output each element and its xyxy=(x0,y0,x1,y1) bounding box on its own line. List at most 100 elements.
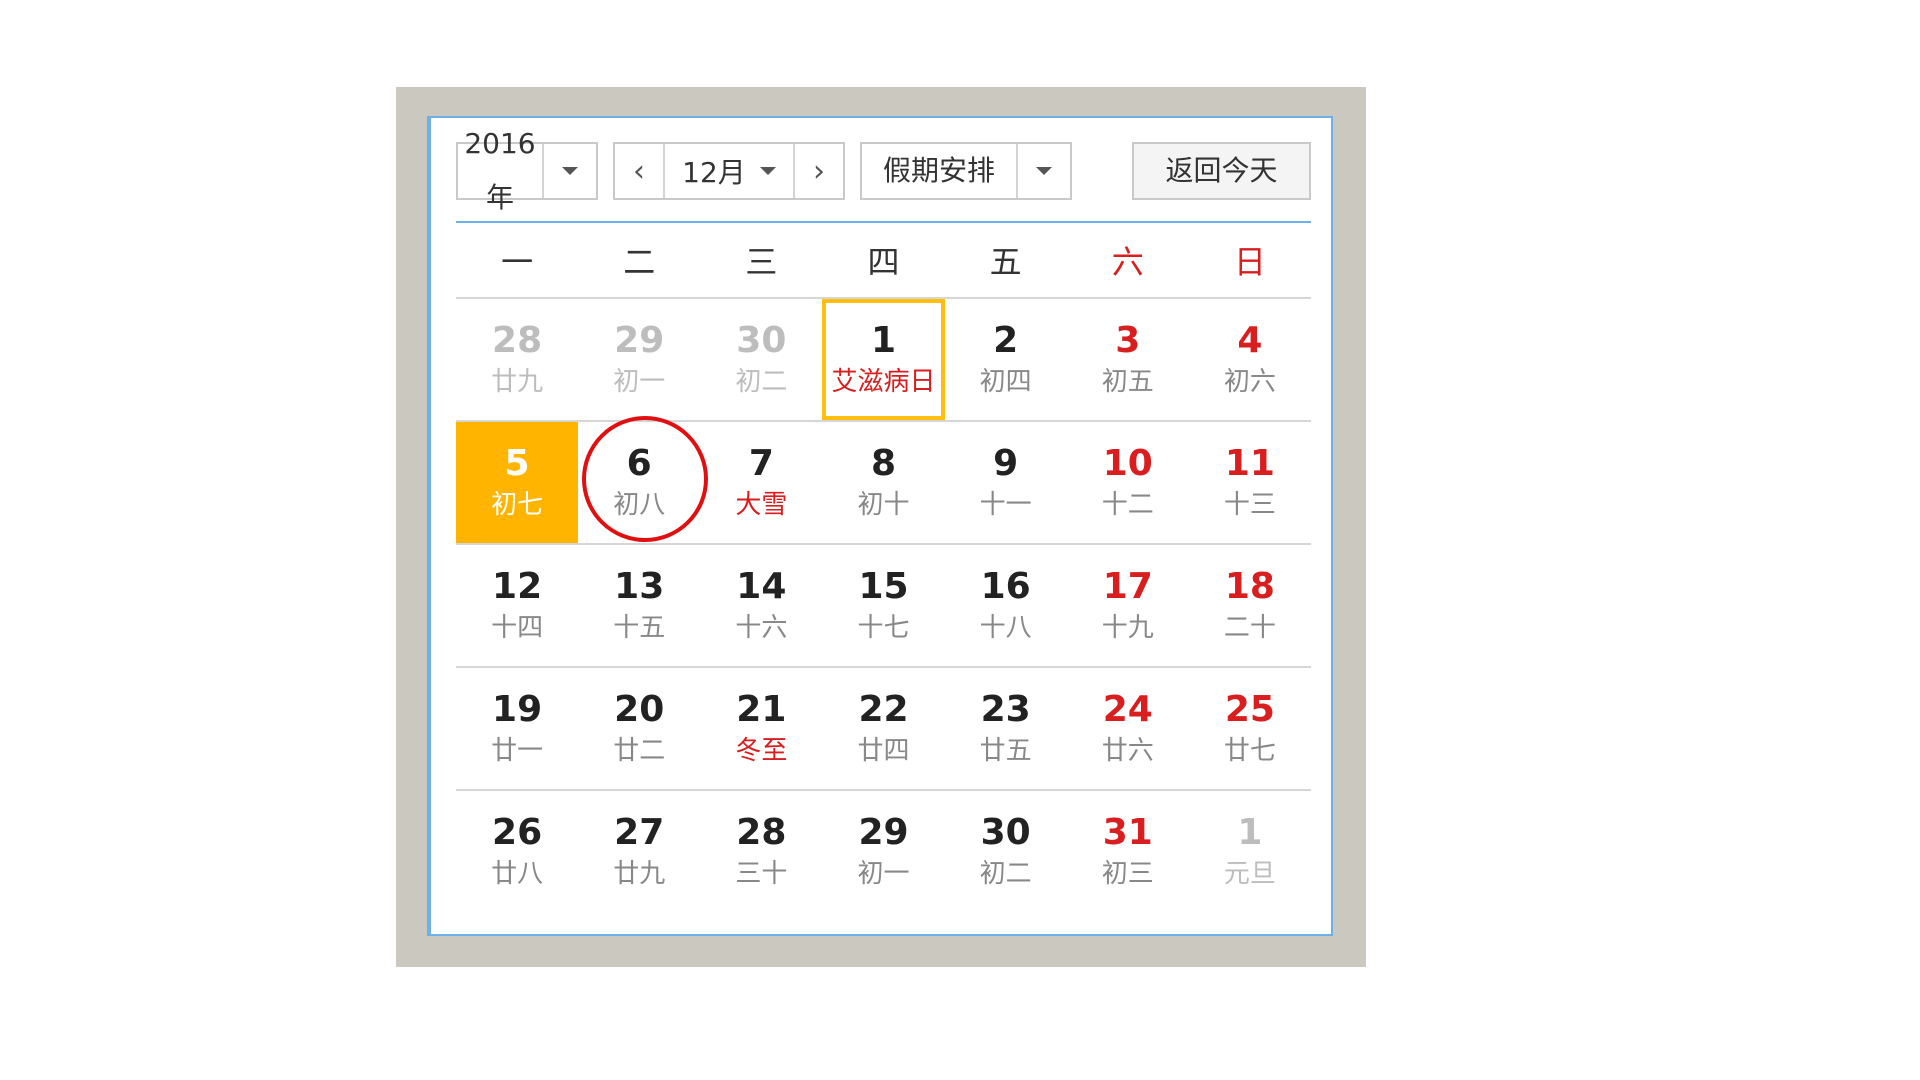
day-number: 20 xyxy=(614,688,665,730)
day-cell[interactable]: 10 十二 xyxy=(1067,422,1189,543)
week-row: 5 初七 6 初八 7 大雪 8 初十 9 十一 10 十二 11 十三 xyxy=(456,416,1311,545)
day-cell[interactable]: 17 十九 xyxy=(1067,545,1189,666)
day-cell[interactable]: 15 十七 xyxy=(822,545,944,666)
lunar-date: 大雪 xyxy=(735,489,788,520)
day-cell[interactable]: 4 初六 xyxy=(1189,299,1311,420)
month-select[interactable]: ‹ 12月 › xyxy=(613,142,845,200)
weekday-tue: 二 xyxy=(623,243,656,281)
day-number: 31 xyxy=(1102,811,1153,853)
day-number: 2 xyxy=(993,319,1019,361)
lunar-date: 初八 xyxy=(613,489,666,520)
back-to-today-label: 返回今天 xyxy=(1165,154,1278,187)
day-grid: 28 廿九 29 初一 30 初二 1 艾滋病日 2 初四 3 初五 4 初六 5 初七 6 初八 7 大雪 8 初十 9 十… xyxy=(456,299,1311,912)
lunar-date: 廿八 xyxy=(491,858,544,889)
day-number: 4 xyxy=(1237,319,1263,361)
day-cell[interactable]: 30 初二 xyxy=(945,791,1067,912)
prev-month-button[interactable]: ‹ xyxy=(615,144,665,198)
day-cell[interactable]: 9 十一 xyxy=(945,422,1067,543)
day-cell[interactable]: 11 十三 xyxy=(1189,422,1311,543)
lunar-date: 十一 xyxy=(979,489,1032,520)
day-cell[interactable]: 7 大雪 xyxy=(700,422,822,543)
day-number: 16 xyxy=(980,565,1031,607)
chevron-down-icon xyxy=(759,167,776,175)
lunar-date: 十三 xyxy=(1223,489,1276,520)
day-number: 9 xyxy=(993,442,1019,484)
day-cell[interactable]: 12 十四 xyxy=(456,545,578,666)
lunar-date: 冬至 xyxy=(735,735,788,766)
week-row: 28 廿九 29 初一 30 初二 1 艾滋病日 2 初四 3 初五 4 初六 xyxy=(456,299,1311,422)
weekday-mon: 一 xyxy=(501,243,534,281)
day-cell[interactable]: 31 初三 xyxy=(1067,791,1189,912)
lunar-date: 十二 xyxy=(1101,489,1154,520)
day-cell[interactable]: 20 廿二 xyxy=(578,668,700,789)
day-cell[interactable]: 22 廿四 xyxy=(822,668,944,789)
lunar-date: 廿九 xyxy=(491,366,544,397)
day-cell[interactable]: 6 初八 xyxy=(578,416,709,543)
lunar-date: 初一 xyxy=(857,858,910,889)
day-cell[interactable]: 29 初一 xyxy=(578,299,700,420)
year-select[interactable]: 2016年 xyxy=(456,127,598,214)
lunar-date: 初二 xyxy=(735,366,788,397)
day-cell[interactable]: 8 初十 xyxy=(822,422,944,543)
day-cell[interactable]: 25 廿七 xyxy=(1189,668,1311,789)
day-cell[interactable]: 28 三十 xyxy=(700,791,822,912)
back-to-today-button[interactable]: 返回今天 xyxy=(1132,142,1311,200)
lunar-date: 初五 xyxy=(1101,366,1154,397)
holiday-dropdown-button[interactable] xyxy=(1016,144,1070,198)
lunar-date: 十六 xyxy=(735,612,788,643)
weekday-header: 一 二 三 四 五 六 日 xyxy=(456,223,1311,299)
day-cell[interactable]: 24 廿六 xyxy=(1067,668,1189,789)
day-number: 15 xyxy=(858,565,909,607)
day-cell[interactable]: 14 十六 xyxy=(700,545,822,666)
day-cell[interactable]: 29 初一 xyxy=(822,791,944,912)
day-cell[interactable]: 16 十八 xyxy=(945,545,1067,666)
lunar-date: 初七 xyxy=(491,489,544,520)
day-cell[interactable]: 13 十五 xyxy=(578,545,700,666)
day-cell[interactable]: 18 二十 xyxy=(1189,545,1311,666)
holiday-select[interactable]: 假期安排 xyxy=(860,142,1072,200)
lunar-date: 初六 xyxy=(1223,366,1276,397)
day-number: 25 xyxy=(1224,688,1275,730)
day-number: 23 xyxy=(980,688,1031,730)
lunar-date: 廿一 xyxy=(491,735,544,766)
screenshot-frame: 2016年 ‹ 12月 › 假期安排 返回今天 一 二 三 四 五 六 日 28… xyxy=(396,87,1366,967)
day-cell[interactable]: 30 初二 xyxy=(700,299,822,420)
month-dropdown[interactable]: 12月 xyxy=(665,144,793,198)
lunar-date: 元旦 xyxy=(1223,858,1276,889)
lunar-date: 廿九 xyxy=(613,858,666,889)
day-number: 1 xyxy=(870,319,897,361)
day-cell[interactable]: 19 廿一 xyxy=(456,668,578,789)
chevron-down-icon xyxy=(562,167,578,175)
calendar-toolbar: 2016年 ‹ 12月 › 假期安排 返回今天 xyxy=(456,127,1311,214)
weekday-wed: 三 xyxy=(745,243,778,281)
month-select-label: 12月 xyxy=(682,156,746,189)
year-dropdown-button[interactable] xyxy=(542,144,596,198)
next-month-button[interactable]: › xyxy=(793,144,843,198)
lunar-date: 初三 xyxy=(1101,858,1154,889)
calendar-widget: 2016年 ‹ 12月 › 假期安排 返回今天 一 二 三 四 五 六 日 28… xyxy=(427,116,1333,936)
day-number: 7 xyxy=(748,442,774,484)
lunar-date: 十八 xyxy=(979,612,1032,643)
chevron-down-icon xyxy=(1036,167,1052,175)
day-cell[interactable]: 1 艾滋病日 xyxy=(822,299,945,420)
lunar-date: 二十 xyxy=(1223,612,1276,643)
day-cell[interactable]: 27 廿九 xyxy=(578,791,700,912)
day-cell[interactable]: 21 冬至 xyxy=(700,668,822,789)
lunar-date: 初一 xyxy=(613,366,666,397)
day-cell[interactable]: 23 廿五 xyxy=(945,668,1067,789)
lunar-date: 廿七 xyxy=(1223,735,1276,766)
day-number: 29 xyxy=(614,319,665,361)
day-cell[interactable]: 1 元旦 xyxy=(1189,791,1311,912)
day-cell[interactable]: 5 初七 xyxy=(456,422,579,543)
lunar-date: 廿五 xyxy=(979,735,1032,766)
lunar-date: 十七 xyxy=(857,612,910,643)
lunar-date: 艾滋病日 xyxy=(831,366,936,397)
day-number: 6 xyxy=(626,442,652,484)
day-cell[interactable]: 26 廿八 xyxy=(456,791,578,912)
day-cell[interactable]: 3 初五 xyxy=(1067,299,1189,420)
day-cell[interactable]: 2 初四 xyxy=(945,299,1067,420)
day-number: 26 xyxy=(492,811,543,853)
day-cell[interactable]: 28 廿九 xyxy=(456,299,578,420)
year-select-label: 2016年 xyxy=(464,127,536,214)
weekday-sat: 六 xyxy=(1111,243,1144,281)
